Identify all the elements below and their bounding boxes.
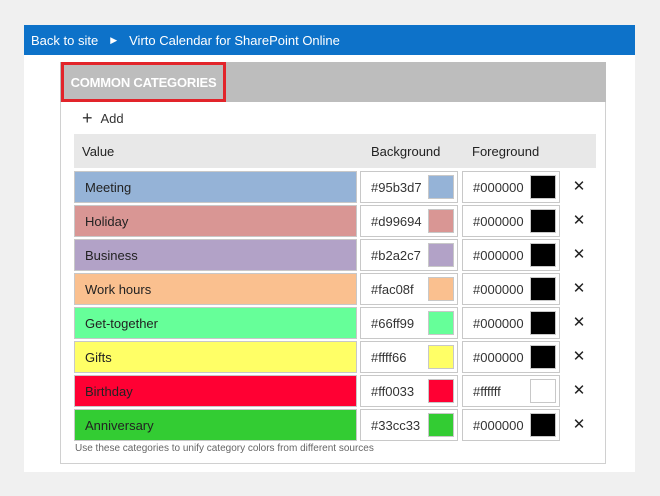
- close-icon[interactable]: ✕: [571, 177, 587, 195]
- chevron-right-icon: ▶: [110, 34, 118, 45]
- background-color-input[interactable]: #ff0033: [360, 375, 458, 407]
- panel-title: COMMON CATEGORIES: [61, 62, 226, 102]
- foreground-hex: #000000: [473, 282, 524, 297]
- background-hex: #fac08f: [371, 282, 414, 297]
- foreground-hex: #000000: [473, 418, 524, 433]
- foreground-color-input[interactable]: #000000: [462, 273, 560, 305]
- foreground-hex: #000000: [473, 180, 524, 195]
- foreground-swatch[interactable]: [530, 413, 556, 437]
- table-header: Value Background Foreground: [74, 134, 596, 168]
- foreground-swatch[interactable]: [530, 277, 556, 301]
- foreground-swatch[interactable]: [530, 209, 556, 233]
- category-name-input[interactable]: Meeting: [74, 171, 357, 203]
- help-note: Use these categories to unify category c…: [75, 443, 374, 454]
- foreground-hex: #000000: [473, 248, 524, 263]
- foreground-swatch[interactable]: [530, 243, 556, 267]
- add-label: Add: [100, 110, 124, 126]
- background-swatch[interactable]: [428, 413, 454, 437]
- foreground-color-input[interactable]: #000000: [462, 307, 560, 339]
- category-name-input[interactable]: Get-together: [74, 307, 357, 339]
- background-color-input[interactable]: #b2a2c7: [360, 239, 458, 271]
- background-hex: #95b3d7: [371, 180, 422, 195]
- close-icon[interactable]: ✕: [571, 313, 587, 331]
- close-icon[interactable]: ✕: [571, 211, 587, 229]
- category-row: Birthday #ff0033 #ffffff ✕: [74, 375, 596, 407]
- category-name-input[interactable]: Work hours: [74, 273, 357, 305]
- foreground-color-input[interactable]: #000000: [462, 205, 560, 237]
- foreground-swatch[interactable]: [530, 379, 556, 403]
- top-navigation-bar: Back to site ▶ Virto Calendar for ShareP…: [24, 25, 635, 55]
- foreground-hex: #000000: [473, 316, 524, 331]
- category-name-input[interactable]: Birthday: [74, 375, 357, 407]
- background-hex: #b2a2c7: [371, 248, 421, 263]
- column-header-foreground: Foreground: [472, 144, 540, 159]
- foreground-color-input[interactable]: #000000: [462, 341, 560, 373]
- background-hex: #d99694: [371, 214, 422, 229]
- category-name-input[interactable]: Holiday: [74, 205, 357, 237]
- background-hex: #33cc33: [371, 418, 421, 433]
- column-header-background: Background: [371, 144, 441, 159]
- background-hex: #ff0033: [371, 384, 415, 399]
- background-color-input[interactable]: #66ff99: [360, 307, 458, 339]
- foreground-hex: #000000: [473, 214, 524, 229]
- background-swatch[interactable]: [428, 379, 454, 403]
- background-swatch[interactable]: [428, 311, 454, 335]
- app-title-link[interactable]: Virto Calendar for SharePoint Online: [129, 33, 340, 48]
- add-category-button[interactable]: + Add: [82, 109, 124, 127]
- background-swatch[interactable]: [428, 175, 454, 199]
- close-icon[interactable]: ✕: [571, 279, 587, 297]
- category-name-input[interactable]: Gifts: [74, 341, 357, 373]
- background-color-input[interactable]: #95b3d7: [360, 171, 458, 203]
- category-row: Business #b2a2c7 #000000 ✕: [74, 239, 596, 271]
- category-row: Meeting #95b3d7 #000000 ✕: [74, 171, 596, 203]
- background-hex: #66ff99: [371, 316, 415, 331]
- foreground-color-input[interactable]: #ffffff: [462, 375, 560, 407]
- plus-icon: +: [82, 108, 93, 128]
- background-swatch[interactable]: [428, 209, 454, 233]
- category-name-input[interactable]: Business: [74, 239, 357, 271]
- background-hex: #ffff66: [371, 350, 407, 365]
- category-name-input[interactable]: Anniversary: [74, 409, 357, 441]
- category-row: Gifts #ffff66 #000000 ✕: [74, 341, 596, 373]
- background-color-input[interactable]: #ffff66: [360, 341, 458, 373]
- background-swatch[interactable]: [428, 345, 454, 369]
- close-icon[interactable]: ✕: [571, 347, 587, 365]
- background-color-input[interactable]: #d99694: [360, 205, 458, 237]
- foreground-color-input[interactable]: #000000: [462, 239, 560, 271]
- foreground-color-input[interactable]: #000000: [462, 409, 560, 441]
- background-swatch[interactable]: [428, 243, 454, 267]
- background-swatch[interactable]: [428, 277, 454, 301]
- foreground-swatch[interactable]: [530, 311, 556, 335]
- foreground-color-input[interactable]: #000000: [462, 171, 560, 203]
- foreground-hex: #ffffff: [473, 384, 501, 399]
- background-color-input[interactable]: #33cc33: [360, 409, 458, 441]
- foreground-hex: #000000: [473, 350, 524, 365]
- category-row: Work hours #fac08f #000000 ✕: [74, 273, 596, 305]
- close-icon[interactable]: ✕: [571, 245, 587, 263]
- column-header-value: Value: [82, 144, 115, 159]
- foreground-swatch[interactable]: [530, 345, 556, 369]
- category-row: Get-together #66ff99 #000000 ✕: [74, 307, 596, 339]
- background-color-input[interactable]: #fac08f: [360, 273, 458, 305]
- back-to-site-link[interactable]: Back to site: [31, 33, 98, 48]
- close-icon[interactable]: ✕: [571, 415, 587, 433]
- close-icon[interactable]: ✕: [571, 381, 587, 399]
- category-row: Anniversary #33cc33 #000000 ✕: [74, 409, 596, 441]
- category-row: Holiday #d99694 #000000 ✕: [74, 205, 596, 237]
- foreground-swatch[interactable]: [530, 175, 556, 199]
